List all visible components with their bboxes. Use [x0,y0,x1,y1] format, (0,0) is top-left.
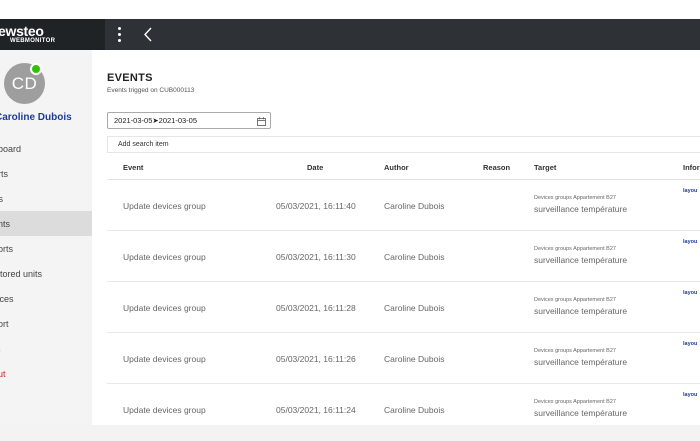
table-row[interactable]: Update devices group 05/03/2021, 16:11:2… [107,384,700,425]
sidebar-item-label: hboard [0,143,22,154]
sidebar-item-label: ports [0,243,14,254]
cell-author: Caroline Dubois [384,354,445,364]
date-range-value: 2021-03-05➤2021-03-05 [114,116,198,125]
kebab-menu-icon[interactable] [114,26,124,43]
brand-name: ewsteo [0,23,44,39]
cell-target-name: surveillance température [534,408,628,418]
cell-info-link[interactable]: layou [683,188,697,194]
sidebar-item-devices[interactable]: vices [0,286,92,311]
cell-author: Caroline Dubois [384,405,445,415]
sidebar-item-label: nitored units [0,268,43,279]
date-range-picker[interactable]: 2021-03-05➤2021-03-05 [107,112,271,129]
cell-event: Update devices group [123,252,206,262]
cell-date: 05/03/2021, 16:11:30 [276,252,356,262]
user-name[interactable]: Caroline Dubois [0,112,72,123]
top-toolbar [105,19,700,50]
page-title: EVENTS [107,72,153,84]
table-row[interactable]: Update devices group 05/03/2021, 16:11:2… [107,333,700,384]
cell-author: Caroline Dubois [384,252,445,262]
window-top-strip [0,0,700,19]
cell-target-name: surveillance température [534,357,628,367]
cell-event: Update devices group [123,303,206,313]
sidebar: CD Caroline Dubois hboard orts rts ents … [0,50,92,425]
page-subtitle: Events trigged on CUB000113 [107,87,195,94]
cell-author: Caroline Dubois [384,303,445,313]
cell-date: 05/03/2021, 16:11:24 [276,405,356,415]
cell-event: Update devices group [123,201,206,211]
table-header: Event Date Author Reason Target Infor [107,154,700,180]
sidebar-item-label: vices [0,293,14,304]
cell-date: 05/03/2021, 16:11:26 [276,354,356,364]
main-content: EVENTS Events trigged on CUB000113 2021-… [92,50,700,425]
sidebar-item-users[interactable]: rs [0,336,92,361]
sidebar-item-label: rts [0,193,3,204]
sidebar-item-label: port [0,318,9,329]
sidebar-item-label: orts [0,168,9,179]
sidebar-item-monitored-units[interactable]: nitored units [0,261,92,286]
sidebar-item-reports[interactable]: orts [0,161,92,186]
cell-target-group: Devices groups Appartement B27 [534,348,616,354]
cell-info-link[interactable]: layou [683,239,697,245]
cell-target-name: surveillance température [534,255,628,265]
add-search-item-field[interactable]: Add search item [107,136,700,153]
cell-target-group: Devices groups Appartement B27 [534,297,616,303]
top-bar: ewsteo WEBMONITOR [0,19,700,50]
chevron-left-icon[interactable] [141,26,157,43]
cell-author: Caroline Dubois [384,201,445,211]
cell-date: 05/03/2021, 16:11:40 [276,201,356,211]
brand-subtitle: WEBMONITOR [10,38,56,44]
cell-info-link[interactable]: layou [683,341,697,347]
column-header-author[interactable]: Author [384,163,409,172]
sidebar-item-label: out [0,368,6,379]
cell-info-link[interactable]: layou [683,290,697,296]
sidebar-item-label: rs [0,344,1,354]
column-header-event[interactable]: Event [123,163,143,172]
table-row[interactable]: Update devices group 05/03/2021, 16:11:4… [107,180,700,231]
column-header-date[interactable]: Date [307,163,323,172]
column-header-target[interactable]: Target [534,163,556,172]
events-table: Event Date Author Reason Target Infor Up… [107,154,700,425]
sidebar-item-dashboard[interactable]: hboard [0,136,92,161]
column-header-info[interactable]: Infor [683,163,700,172]
cell-event: Update devices group [123,354,206,364]
calendar-icon[interactable] [257,116,266,126]
window-bottom-strip [0,425,700,441]
cell-target-name: surveillance température [534,204,628,214]
cell-target-group: Devices groups Appartement B27 [534,195,616,201]
cell-event: Update devices group [123,405,206,415]
cell-target-group: Devices groups Appartement B27 [534,246,616,252]
cell-target-group: Devices groups Appartement B27 [534,399,616,405]
sidebar-item-alerts[interactable]: rts [0,186,92,211]
cell-date: 05/03/2021, 16:11:28 [276,303,356,313]
cell-info-link[interactable]: layou [683,392,697,398]
column-header-reason[interactable]: Reason [483,163,510,172]
sidebar-nav: hboard orts rts ents ports nitored units… [0,136,92,386]
table-row[interactable]: Update devices group 05/03/2021, 16:11:2… [107,282,700,333]
brand-logo[interactable]: ewsteo WEBMONITOR [0,19,105,50]
sidebar-item-exports[interactable]: ports [0,236,92,261]
cell-target-name: surveillance température [534,306,628,316]
online-status-dot [30,63,42,75]
table-row[interactable]: Update devices group 05/03/2021, 16:11:3… [107,231,700,282]
avatar-initials: CD [11,73,38,93]
sidebar-item-events[interactable]: ents [0,211,92,236]
sidebar-item-label: ents [0,218,11,229]
sidebar-item-support[interactable]: port [0,311,92,336]
sidebar-item-logout[interactable]: out [0,361,92,386]
